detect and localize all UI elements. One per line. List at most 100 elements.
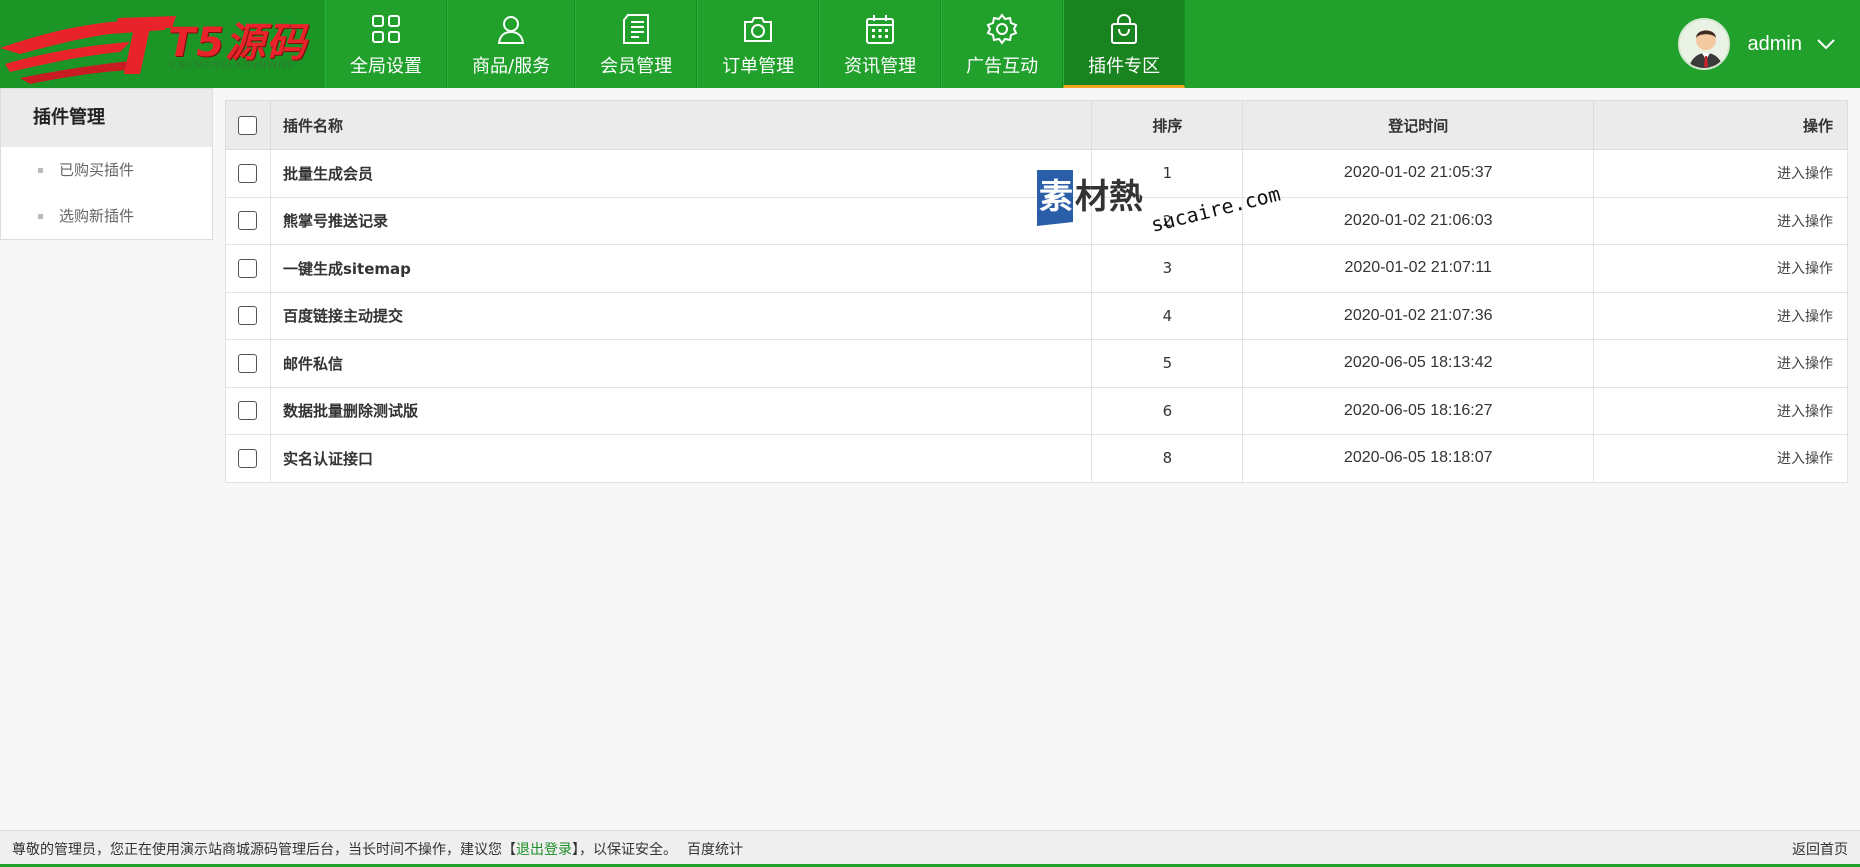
gear-icon bbox=[986, 13, 1018, 45]
nav-plugin-zone[interactable]: 插件专区 bbox=[1063, 0, 1186, 88]
avatar[interactable] bbox=[1677, 18, 1730, 70]
enter-operation-link[interactable]: 进入操作 bbox=[1593, 196, 1848, 245]
user-icon bbox=[497, 16, 525, 44]
row-checkbox[interactable] bbox=[238, 211, 258, 231]
nav-order-management[interactable]: 订单管理 bbox=[697, 0, 820, 88]
nav-global-settings[interactable]: 全局设置 bbox=[325, 0, 447, 88]
nav-ad-interaction[interactable]: 广告互动 bbox=[941, 0, 1064, 88]
row-checkbox-cell bbox=[225, 244, 271, 293]
plugin-name: 百度链接主动提交 bbox=[269, 291, 1093, 340]
enter-operation-link[interactable]: 进入操作 bbox=[1593, 434, 1848, 483]
table-row: 邮件私信 5 2020-06-05 18:13:42 进入操作 bbox=[225, 339, 1848, 388]
row-checkbox[interactable] bbox=[238, 448, 258, 468]
plugin-sort: 6 bbox=[1091, 386, 1244, 435]
row-checkbox[interactable] bbox=[238, 306, 258, 326]
username: admin bbox=[1747, 32, 1802, 55]
row-checkbox-cell bbox=[225, 149, 271, 198]
table-row: 熊掌号推送记录 2 2020-01-02 21:06:03 进入操作 bbox=[225, 196, 1848, 245]
table-header-row: 插件名称 排序 登记时间 操作 bbox=[225, 100, 1848, 150]
camera-icon bbox=[744, 17, 773, 42]
row-checkbox-cell bbox=[225, 196, 271, 245]
flame-logo-icon bbox=[0, 16, 176, 84]
footer-text-before: 尊敬的管理员，您正在使用演示站商城源码管理后台，当长时间不操作，建议您【 bbox=[12, 842, 516, 858]
logo-subtitle: CNCMCNSLXDVNWNS bbox=[170, 60, 294, 71]
bag-icon bbox=[1111, 13, 1138, 44]
plugin-time: 2020-01-02 21:05:37 bbox=[1242, 149, 1595, 198]
nav-label: 全局设置 bbox=[350, 56, 422, 77]
plugin-name: 熊掌号推送记录 bbox=[269, 196, 1093, 245]
row-checkbox[interactable] bbox=[238, 353, 258, 373]
select-all-cell bbox=[225, 100, 271, 150]
nav-label: 会员管理 bbox=[600, 56, 673, 77]
enter-operation-link[interactable]: 进入操作 bbox=[1593, 386, 1848, 435]
plugin-name: 数据批量删除测试版 bbox=[269, 386, 1093, 435]
select-all-checkbox[interactable] bbox=[238, 115, 258, 135]
column-header-sort[interactable]: 排序 bbox=[1091, 100, 1244, 150]
plugin-time: 2020-01-02 21:07:11 bbox=[1242, 244, 1595, 293]
plugin-table-container: 插件名称 排序 登记时间 操作 批量生成会员 1 2020-01-02 21:0… bbox=[225, 100, 1848, 483]
table-row: 百度链接主动提交 4 2020-01-02 21:07:36 进入操作 bbox=[225, 291, 1848, 340]
plugin-sort: 2 bbox=[1091, 196, 1244, 245]
plugin-sort: 1 bbox=[1091, 149, 1244, 198]
nav-label: 插件专区 bbox=[1088, 56, 1161, 77]
site-logo[interactable]: T5源码 CNCMCNSLXDVNWNS bbox=[0, 0, 325, 88]
calendar-icon bbox=[866, 15, 895, 44]
table-row: 数据批量删除测试版 6 2020-06-05 18:16:27 进入操作 bbox=[225, 386, 1848, 435]
plugin-name: 一键生成sitemap bbox=[269, 244, 1093, 293]
chevron-down-icon[interactable] bbox=[1816, 38, 1836, 50]
footer: 尊敬的管理员，您正在使用演示站商城源码管理后台，当长时间不操作，建议您【退出登录… bbox=[0, 830, 1860, 867]
column-header-operation: 操作 bbox=[1593, 100, 1848, 150]
plugin-sort: 3 bbox=[1091, 244, 1244, 293]
sidebar: 插件管理 已购买插件 选购新插件 bbox=[0, 88, 213, 240]
plugin-name: 实名认证接口 bbox=[269, 434, 1093, 483]
table-row: 实名认证接口 8 2020-06-05 18:18:07 进入操作 bbox=[225, 434, 1848, 483]
row-checkbox-cell bbox=[225, 339, 271, 388]
footer-text-after: 】，以保证安全。 bbox=[572, 842, 677, 858]
row-checkbox-cell bbox=[225, 291, 271, 340]
user-menu[interactable]: admin bbox=[1677, 18, 1836, 70]
nav-label: 订单管理 bbox=[722, 56, 795, 77]
row-checkbox-cell bbox=[225, 434, 271, 483]
main-nav: 全局设置 商品/服务 会员管理 订单管理 资讯管理 广告互动 插件专区 bbox=[325, 0, 1186, 88]
plugin-time: 2020-06-05 18:13:42 bbox=[1242, 339, 1595, 388]
sidebar-item-buy-new-plugins[interactable]: 选购新插件 bbox=[1, 193, 212, 239]
column-header-time[interactable]: 登记时间 bbox=[1242, 100, 1595, 150]
sidebar-item-purchased-plugins[interactable]: 已购买插件 bbox=[1, 147, 212, 193]
plugin-time: 2020-06-05 18:16:27 bbox=[1242, 386, 1595, 435]
baidu-stats-link[interactable]: 百度统计 bbox=[687, 842, 743, 858]
plugin-sort: 4 bbox=[1091, 291, 1244, 340]
table-row: 一键生成sitemap 3 2020-01-02 21:07:11 进入操作 bbox=[225, 244, 1848, 293]
footer-notice: 尊敬的管理员，您正在使用演示站商城源码管理后台，当长时间不操作，建议您【退出登录… bbox=[12, 839, 743, 859]
document-icon bbox=[623, 14, 650, 44]
row-checkbox[interactable] bbox=[238, 258, 258, 278]
nav-label: 资讯管理 bbox=[844, 56, 917, 77]
enter-operation-link[interactable]: 进入操作 bbox=[1593, 339, 1848, 388]
table-row: 批量生成会员 1 2020-01-02 21:05:37 进入操作 bbox=[225, 149, 1848, 198]
plugin-name: 邮件私信 bbox=[269, 339, 1093, 388]
sidebar-title: 插件管理 bbox=[1, 89, 212, 147]
back-home-link[interactable]: 返回首页 bbox=[1792, 839, 1848, 859]
avatar-icon bbox=[1688, 30, 1723, 68]
column-header-name: 插件名称 bbox=[269, 100, 1093, 150]
grid-icon bbox=[372, 15, 400, 43]
row-checkbox-cell bbox=[225, 386, 271, 435]
plugin-table: 插件名称 排序 登记时间 操作 批量生成会员 1 2020-01-02 21:0… bbox=[225, 100, 1848, 483]
nav-label: 广告互动 bbox=[966, 56, 1039, 77]
nav-label: 商品/服务 bbox=[472, 56, 551, 77]
plugin-name: 批量生成会员 bbox=[269, 149, 1093, 198]
plugin-sort: 8 bbox=[1091, 434, 1244, 483]
top-header: T5源码 CNCMCNSLXDVNWNS 全局设置 商品/服务 会员管理 订单管… bbox=[0, 0, 1860, 88]
nav-member-management[interactable]: 会员管理 bbox=[575, 0, 698, 88]
logout-link[interactable]: 退出登录 bbox=[516, 842, 572, 858]
enter-operation-link[interactable]: 进入操作 bbox=[1593, 149, 1848, 198]
enter-operation-link[interactable]: 进入操作 bbox=[1593, 244, 1848, 293]
enter-operation-link[interactable]: 进入操作 bbox=[1593, 291, 1848, 340]
plugin-time: 2020-01-02 21:07:36 bbox=[1242, 291, 1595, 340]
plugin-sort: 5 bbox=[1091, 339, 1244, 388]
row-checkbox[interactable] bbox=[238, 163, 258, 183]
plugin-time: 2020-06-05 18:18:07 bbox=[1242, 434, 1595, 483]
plugin-time: 2020-01-02 21:06:03 bbox=[1242, 196, 1595, 245]
nav-news-management[interactable]: 资讯管理 bbox=[819, 0, 942, 88]
row-checkbox[interactable] bbox=[238, 401, 258, 421]
nav-goods-services[interactable]: 商品/服务 bbox=[447, 0, 576, 88]
